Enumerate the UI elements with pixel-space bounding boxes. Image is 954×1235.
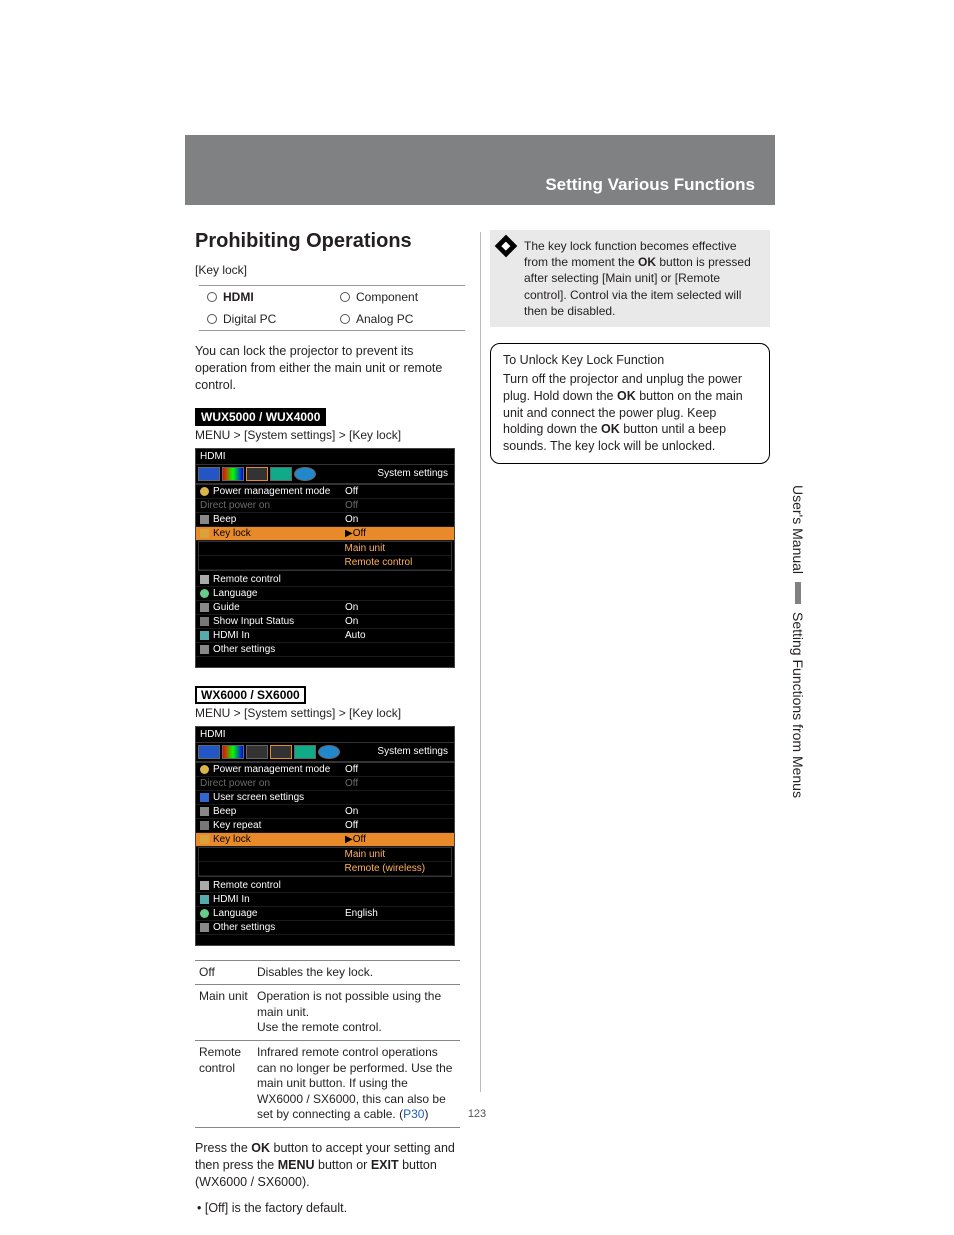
remote-icon <box>200 881 209 890</box>
osd-screenshot-1: HDMI System settings Power management mo… <box>195 448 455 668</box>
diamond-info-icon: ◆ <box>495 235 518 258</box>
page-number: 123 <box>0 1108 954 1120</box>
option-name: Off <box>195 960 253 985</box>
osd-submenu-item: Remote (wireless) <box>199 862 451 876</box>
tab-icon <box>318 745 340 759</box>
lang-icon <box>200 589 209 598</box>
osd-row: Key repeatOff <box>196 819 454 833</box>
tab-icon <box>294 467 316 481</box>
osd-row: HDMI In <box>196 893 454 907</box>
osd-row-selected: Key lock▶Off <box>196 833 454 847</box>
osd-row: HDMI InAuto <box>196 629 454 643</box>
unlock-title: To Unlock Key Lock Function <box>503 352 757 369</box>
key-icon <box>200 529 209 538</box>
input-label: Digital PC <box>223 312 276 326</box>
osd-submenu-item: Remote control <box>199 556 451 570</box>
tab-icon <box>270 467 292 481</box>
hdmi-icon <box>200 895 209 904</box>
remote-icon <box>200 575 209 584</box>
option-desc: Disables the key lock. <box>253 960 460 985</box>
osd-row: Power management modeOff <box>196 485 454 499</box>
radio-icon <box>207 292 217 302</box>
other-icon <box>200 645 209 654</box>
input-label: HDMI <box>223 290 254 304</box>
osd-row: GuideOn <box>196 601 454 615</box>
section-heading: Prohibiting Operations <box>195 230 465 253</box>
repeat-icon <box>200 821 209 830</box>
note-box: ◆ The key lock function becomes effectiv… <box>490 230 770 327</box>
osd-row: Other settings <box>196 643 454 657</box>
option-desc: Operation is not possible using the main… <box>253 985 460 1041</box>
input-label: Analog PC <box>356 312 413 326</box>
osd-screenshot-2: HDMI System settings Power management mo… <box>195 726 455 946</box>
osd-tab-row: System settings <box>196 743 454 763</box>
osd-row: Other settings <box>196 921 454 935</box>
osd-row-selected: Key lock▶Off <box>196 527 454 541</box>
osd-submenu-item: Main unit <box>199 848 451 862</box>
table-row: OffDisables the key lock. <box>195 960 460 985</box>
option-name: Main unit <box>195 985 253 1041</box>
other-icon <box>200 923 209 932</box>
osd-row: User screen settings <box>196 791 454 805</box>
tab-icon <box>198 467 220 481</box>
osd-row: Show Input StatusOn <box>196 615 454 629</box>
osd-row: BeepOn <box>196 513 454 527</box>
section-subtitle: [Key lock] <box>195 263 465 277</box>
radio-icon <box>207 314 217 324</box>
tab-icon <box>222 745 244 759</box>
press-note: Press the OK button to accept your setti… <box>195 1140 465 1191</box>
osd-row: Language <box>196 587 454 601</box>
options-table: OffDisables the key lock.Main unitOperat… <box>195 960 460 1128</box>
header-bar: Setting Various Functions <box>185 135 775 205</box>
osd-row: Direct power onOff <box>196 777 454 791</box>
osd-input-label: HDMI <box>200 729 226 740</box>
tab-icon <box>198 745 220 759</box>
tab-icon <box>294 745 316 759</box>
show-icon <box>200 617 209 626</box>
menu-path: MENU > [System settings] > [Key lock] <box>195 428 465 442</box>
osd-row: Direct power onOff <box>196 499 454 513</box>
osd-row: Remote control <box>196 879 454 893</box>
model-badge-wx: WX6000 / SX6000 <box>195 686 306 704</box>
osd-row: BeepOn <box>196 805 454 819</box>
input-signal-grid: HDMI Component Digital PC Analog PC <box>199 285 465 331</box>
tab-icon <box>246 467 268 481</box>
osd-row: Remote control <box>196 573 454 587</box>
guide-icon <box>200 603 209 612</box>
side-tab-divider-icon <box>795 582 801 604</box>
osd-row: Power management modeOff <box>196 763 454 777</box>
osd-submenu-item: Main unit <box>199 542 451 556</box>
beep-icon <box>200 515 209 524</box>
radio-icon <box>340 292 350 302</box>
tab-icon <box>270 745 292 759</box>
intro-paragraph: You can lock the projector to prevent it… <box>195 343 465 394</box>
radio-icon <box>340 314 350 324</box>
side-tabs: User's Manual Setting Functions from Men… <box>790 485 806 798</box>
column-divider <box>480 232 481 1092</box>
osd-input-label: HDMI <box>200 451 226 462</box>
side-tab-chapter: Setting Functions from Menus <box>790 612 806 798</box>
lang-icon <box>200 909 209 918</box>
bullet-default: • [Off] is the factory default. <box>195 1201 465 1215</box>
user-icon <box>200 793 209 802</box>
key-icon <box>200 835 209 844</box>
bulb-icon <box>200 487 209 496</box>
beep-icon <box>200 807 209 816</box>
menu-path: MENU > [System settings] > [Key lock] <box>195 706 465 720</box>
input-label: Component <box>356 290 418 304</box>
osd-tab-label: System settings <box>377 468 452 479</box>
osd-tab-row: System settings <box>196 465 454 485</box>
table-row: Main unitOperation is not possible using… <box>195 985 460 1041</box>
header-title: Setting Various Functions <box>545 175 755 195</box>
hdmi-icon <box>200 631 209 640</box>
tab-icon <box>222 467 244 481</box>
osd-row: LanguageEnglish <box>196 907 454 921</box>
bulb-icon <box>200 765 209 774</box>
side-tab-manual: User's Manual <box>790 485 806 574</box>
model-badge-wux: WUX5000 / WUX4000 <box>195 408 326 426</box>
tab-icon <box>246 745 268 759</box>
osd-tab-label: System settings <box>377 746 452 757</box>
unlock-box: To Unlock Key Lock Function Turn off the… <box>490 343 770 464</box>
